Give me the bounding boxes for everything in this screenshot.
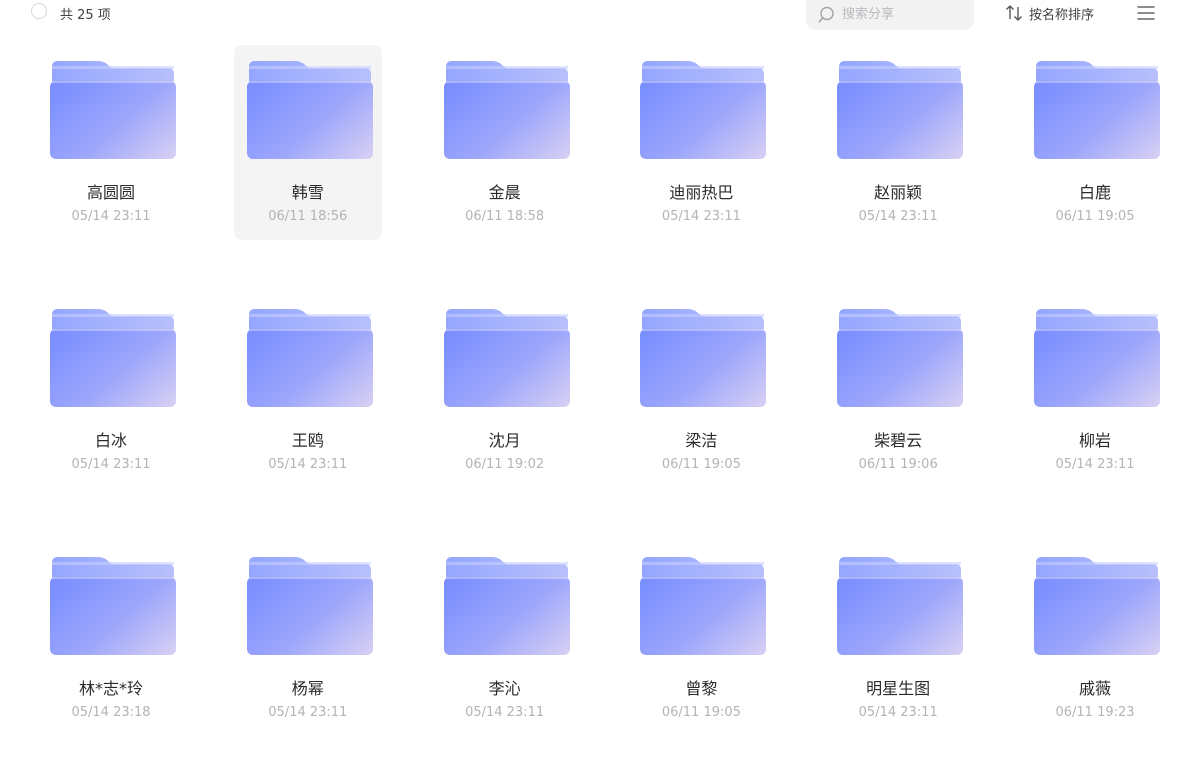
folder-name: 金晨 bbox=[488, 183, 521, 202]
folder-date: 06/11 19:05 bbox=[661, 705, 741, 720]
folder-date: 05/14 23:11 bbox=[71, 209, 151, 224]
folder-name: 曾黎 bbox=[685, 679, 718, 698]
folder-icon bbox=[640, 557, 767, 655]
folder-date: 05/14 23:11 bbox=[268, 457, 348, 472]
folder-tile[interactable]: 杨幂 05/14 23:11 bbox=[234, 541, 382, 736]
folder-icon bbox=[1034, 61, 1160, 159]
folder-tile[interactable]: 李沁 05/14 23:11 bbox=[431, 541, 579, 736]
folder-date: 06/11 19:05 bbox=[1055, 209, 1135, 224]
folder-tile[interactable]: 梁洁 06/11 19:05 bbox=[627, 293, 775, 488]
folder-date: 05/14 23:11 bbox=[661, 209, 741, 224]
folder-date: 05/14 23:11 bbox=[465, 705, 545, 720]
folder-name: 梁洁 bbox=[685, 431, 718, 450]
folder-icon bbox=[837, 557, 964, 655]
folder-name: 王鸥 bbox=[291, 431, 324, 450]
sort-arrows-icon bbox=[1006, 5, 1022, 21]
folder-date: 06/11 19:05 bbox=[661, 457, 741, 472]
folder-icon bbox=[50, 309, 176, 407]
folder-tile[interactable]: 明星生图 05/14 23:11 bbox=[824, 541, 972, 736]
folder-tile[interactable]: 柳岩 05/14 23:11 bbox=[1021, 293, 1169, 488]
folder-date: 06/11 19:23 bbox=[1055, 705, 1135, 720]
folder-icon bbox=[837, 309, 964, 407]
folder-icon bbox=[1034, 557, 1160, 655]
folder-tile[interactable]: 白鹿 06/11 19:05 bbox=[1021, 45, 1169, 240]
sort-button[interactable]: 按名称排序 bbox=[1005, 3, 1094, 23]
select-all-checkbox[interactable] bbox=[31, 3, 47, 19]
folder-icon bbox=[246, 557, 373, 655]
folder-icon bbox=[50, 557, 176, 655]
folder-name: 林*志*玲 bbox=[78, 679, 143, 698]
folder-icon bbox=[640, 309, 767, 407]
folder-icon bbox=[246, 61, 373, 159]
folder-date: 05/14 23:11 bbox=[858, 705, 938, 720]
search-box[interactable] bbox=[806, 0, 974, 30]
search-icon bbox=[818, 6, 834, 23]
folder-name: 韩雪 bbox=[291, 183, 324, 202]
folder-icon bbox=[1034, 309, 1160, 407]
hamburger-menu-icon[interactable] bbox=[1137, 5, 1155, 21]
folder-date: 06/11 19:02 bbox=[465, 457, 545, 472]
folder-name: 李沁 bbox=[488, 679, 521, 698]
folder-tile[interactable]: 高圆圆 05/14 23:11 bbox=[37, 45, 185, 240]
folder-name: 高圆圆 bbox=[86, 183, 135, 202]
folder-name: 赵丽颖 bbox=[874, 183, 923, 202]
folder-date: 06/11 19:06 bbox=[858, 457, 938, 472]
folder-name: 白鹿 bbox=[1078, 183, 1111, 202]
folder-date: 05/14 23:11 bbox=[268, 705, 348, 720]
folder-tile[interactable]: 柴碧云 06/11 19:06 bbox=[824, 293, 972, 488]
folder-name: 沈月 bbox=[488, 431, 521, 450]
folder-name: 白冰 bbox=[94, 431, 127, 450]
folder-name: 柳岩 bbox=[1078, 431, 1111, 450]
folder-tile[interactable]: 曾黎 06/11 19:05 bbox=[627, 541, 775, 736]
folder-tile[interactable]: 林*志*玲 05/14 23:18 bbox=[37, 541, 185, 736]
folder-tile[interactable]: 赵丽颖 05/14 23:11 bbox=[824, 45, 972, 240]
folder-icon bbox=[443, 61, 570, 159]
folder-icon bbox=[443, 309, 570, 407]
folder-date: 06/11 18:58 bbox=[465, 209, 545, 224]
folder-tile[interactable]: 王鸥 05/14 23:11 bbox=[234, 293, 382, 488]
item-count-label: 共 25 项 bbox=[60, 8, 111, 23]
folder-name: 柴碧云 bbox=[874, 431, 923, 450]
folder-date: 05/14 23:11 bbox=[71, 457, 151, 472]
folder-icon bbox=[443, 557, 570, 655]
search-input[interactable] bbox=[842, 4, 966, 24]
folder-icon bbox=[837, 61, 964, 159]
folder-name: 戚薇 bbox=[1078, 679, 1111, 698]
sort-label: 按名称排序 bbox=[1029, 7, 1095, 23]
folder-tile[interactable]: 韩雪 06/11 18:56 bbox=[233, 45, 382, 240]
folder-name: 杨幂 bbox=[291, 679, 324, 698]
folder-date: 06/11 18:56 bbox=[268, 209, 348, 224]
folder-tile[interactable]: 金晨 06/11 18:58 bbox=[431, 45, 579, 240]
folder-icon bbox=[50, 61, 176, 159]
folder-date: 05/14 23:11 bbox=[858, 209, 938, 224]
folder-tile[interactable]: 沈月 06/11 19:02 bbox=[431, 293, 579, 488]
folder-name: 迪丽热巴 bbox=[669, 183, 734, 202]
folder-tile[interactable]: 白冰 05/14 23:11 bbox=[37, 293, 185, 488]
folder-name: 明星生图 bbox=[866, 679, 931, 698]
toolbar: 共 25 项 按名称排序 bbox=[0, 0, 1180, 30]
folder-tile[interactable]: 戚薇 06/11 19:23 bbox=[1021, 541, 1169, 736]
folder-date: 05/14 23:18 bbox=[71, 705, 151, 720]
folder-tile[interactable]: 迪丽热巴 05/14 23:11 bbox=[627, 45, 775, 240]
folder-icon bbox=[246, 309, 373, 407]
folder-date: 05/14 23:11 bbox=[1055, 457, 1135, 472]
folder-icon bbox=[640, 61, 767, 159]
